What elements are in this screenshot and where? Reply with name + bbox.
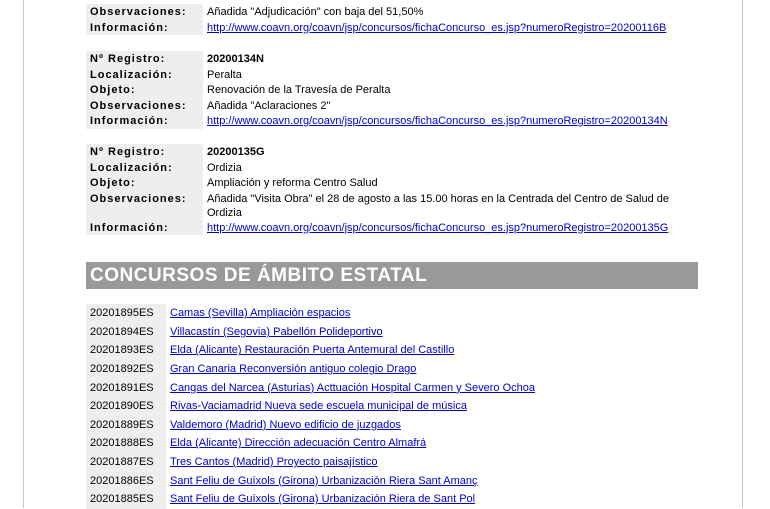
item-link[interactable]: Camas (Sevilla) Ampliación espacios	[170, 307, 350, 319]
label-observaciones: Observaciones:	[86, 190, 203, 220]
label-objeto: Objeto:	[86, 82, 203, 98]
item-link[interactable]: Cangas del Narcea (Asturias) Acttuación …	[170, 382, 535, 394]
value-localizacion: Peralta	[207, 68, 242, 81]
list-item: 20201890ES Rivas-Vaciamadrid Nueva sede …	[86, 396, 686, 416]
item-code: 20201892ES	[86, 359, 166, 379]
item-link[interactable]: Tres Cantos (Madrid) Proyecto paisajísti…	[170, 456, 377, 468]
item-link[interactable]: Sant Feliu de Guíxols (Girona) Urbanizac…	[170, 493, 475, 505]
item-code: 20201894ES	[86, 322, 166, 342]
section-title-estatal: CONCURSOS DE ÁMBITO ESTATAL	[86, 262, 698, 289]
list-item: 20201885ES Sant Feliu de Guíxols (Girona…	[86, 489, 686, 509]
link-informacion[interactable]: http://www.coavn.org/coavn/jsp/concursos…	[207, 222, 668, 234]
value-registro: 20200134N	[207, 53, 264, 65]
item-link[interactable]: Elda (Alicante) Restauración Puerta Ante…	[170, 344, 454, 356]
label-registro: Nº Registro:	[86, 51, 203, 67]
item-link[interactable]: Sant Feliu de Guíxols (Girona) Urbanizac…	[170, 475, 478, 487]
item-code: 20201895ES	[86, 304, 166, 323]
link-informacion[interactable]: http://www.coavn.org/coavn/jsp/concursos…	[207, 22, 666, 34]
label-informacion: Información:	[86, 219, 203, 235]
list-item: 20201894ES Villacastín (Segovia) Pabelló…	[86, 322, 686, 342]
value-observaciones: Añadida "Adjudicación" con baja del 51,5…	[207, 6, 424, 18]
estatal-list: 20201895ES Camas (Sevilla) Ampliación es…	[86, 304, 686, 509]
item-link[interactable]: Valdemoro (Madrid) Nuevo edificio de juz…	[170, 419, 401, 431]
item-code: 20201893ES	[86, 341, 166, 360]
label-objeto: Objeto:	[86, 175, 203, 191]
list-item: 20201892ES Gran Canaria Reconversión ant…	[86, 359, 686, 379]
label-registro: Nº Registro:	[86, 144, 203, 160]
record-20200116B: Observaciones: Añadida "Adjudicación" co…	[86, 4, 686, 35]
list-item: 20201895ES Camas (Sevilla) Ampliación es…	[86, 304, 686, 323]
item-link[interactable]: Gran Canaria Reconversión antiguo colegi…	[170, 363, 416, 375]
item-code: 20201889ES	[86, 415, 166, 435]
item-code: 20201887ES	[86, 452, 166, 472]
list-item: 20201887ES Tres Cantos (Madrid) Proyecto…	[86, 452, 686, 472]
item-link[interactable]: Elda (Alicante) Dirección adecuación Cen…	[170, 437, 426, 449]
list-item: 20201888ES Elda (Alicante) Dirección ade…	[86, 434, 686, 453]
value-observaciones: Añadida "Aclaraciones 2"	[207, 99, 331, 112]
item-code: 20201890ES	[86, 396, 166, 416]
list-item: 20201891ES Cangas del Narcea (Asturias) …	[86, 378, 686, 397]
list-item: 20201893ES Elda (Alicante) Restauración …	[86, 341, 686, 360]
item-code: 20201888ES	[86, 434, 166, 453]
label-localizacion: Localización:	[86, 66, 203, 82]
item-code: 20201886ES	[86, 471, 166, 490]
record-20200134N: Nº Registro: 20200134N Localización: Per…	[86, 51, 686, 129]
label-informacion: Información:	[86, 19, 203, 35]
label-informacion: Información:	[86, 113, 203, 129]
record-20200135G: Nº Registro: 20200135G Localización: Ord…	[86, 144, 686, 235]
value-localizacion: Ordizia	[207, 161, 242, 174]
value-observaciones: Añadida "Visita Obra" el 28 de agosto a …	[207, 192, 669, 219]
value-objeto: Renovación de la Travesía de Peralta	[207, 84, 391, 96]
item-code: 20201891ES	[86, 378, 166, 397]
item-link[interactable]: Rivas-Vaciamadrid Nueva sede escuela mun…	[170, 400, 467, 412]
item-code: 20201885ES	[86, 489, 166, 509]
link-informacion[interactable]: http://www.coavn.org/coavn/jsp/concursos…	[207, 115, 668, 127]
list-item: 20201886ES Sant Feliu de Guíxols (Girona…	[86, 471, 686, 490]
label-observaciones: Observaciones:	[86, 4, 203, 20]
item-link[interactable]: Villacastín (Segovia) Pabellón Polidepor…	[170, 326, 383, 338]
value-registro: 20200135G	[207, 146, 265, 158]
list-item: 20201889ES Valdemoro (Madrid) Nuevo edif…	[86, 415, 686, 435]
label-observaciones: Observaciones:	[86, 97, 203, 113]
value-objeto: Ampliación y reforma Centro Salud	[207, 177, 378, 189]
label-localizacion: Localización:	[86, 159, 203, 175]
